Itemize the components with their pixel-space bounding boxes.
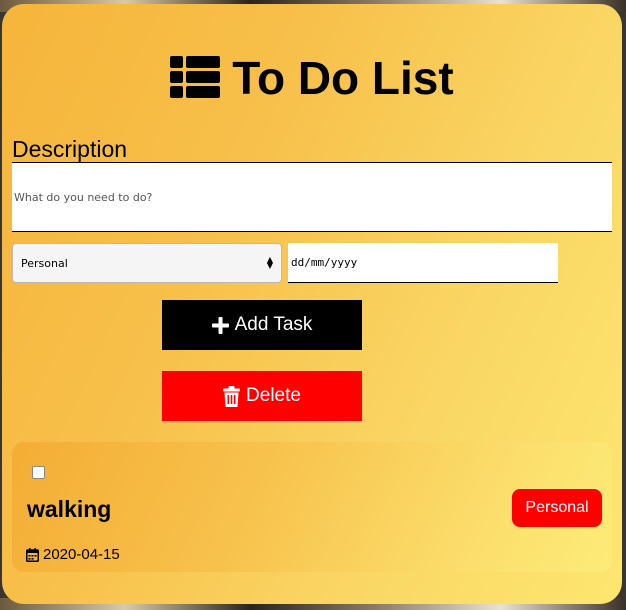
task-title: walking <box>27 496 112 522</box>
add-task-button[interactable]: Add Task <box>162 300 362 350</box>
add-task-label: Add Task <box>234 314 313 335</box>
task-date-value: 2020-04-15 <box>43 546 120 563</box>
plus-icon <box>211 316 229 334</box>
calendar-icon <box>26 547 39 562</box>
page-title-row: To Do List <box>2 48 622 108</box>
task-date: 2020-04-15 <box>26 546 120 563</box>
task-category-badge: Personal <box>512 489 602 527</box>
trash-icon <box>223 385 241 407</box>
description-label: Description <box>12 136 128 162</box>
todo-card: To Do List Description Personal ▲▼ dd/mm… <box>2 4 622 604</box>
task-item: walking Personal 2020-04-15 <box>12 442 612 572</box>
list-icon <box>170 56 221 98</box>
category-select[interactable]: Personal ▲ ▼ <box>12 243 282 283</box>
select-arrows-icon: ▲ ▼ <box>266 255 273 270</box>
delete-label: Delete <box>246 385 301 406</box>
description-input[interactable] <box>12 162 612 232</box>
category-select-value: Personal <box>21 256 68 270</box>
delete-button[interactable]: Delete <box>162 371 362 421</box>
due-date-input[interactable]: dd/mm/yyyy <box>288 243 558 283</box>
task-checkbox[interactable] <box>32 466 45 479</box>
due-date-placeholder: dd/mm/yyyy <box>291 256 358 269</box>
page-title: To Do List <box>232 52 454 104</box>
